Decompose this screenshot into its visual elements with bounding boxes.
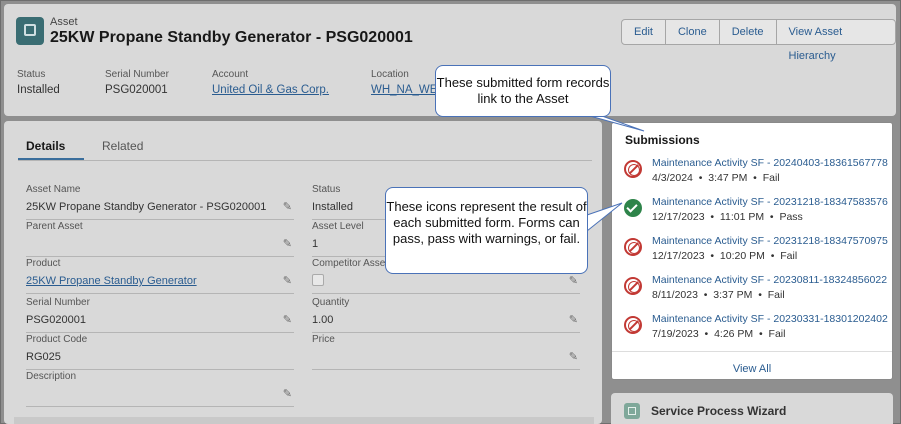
callout-asset-link: These submitted form records link to the… <box>435 65 611 117</box>
callout-status-icons: These icons represent the result of each… <box>385 187 588 274</box>
